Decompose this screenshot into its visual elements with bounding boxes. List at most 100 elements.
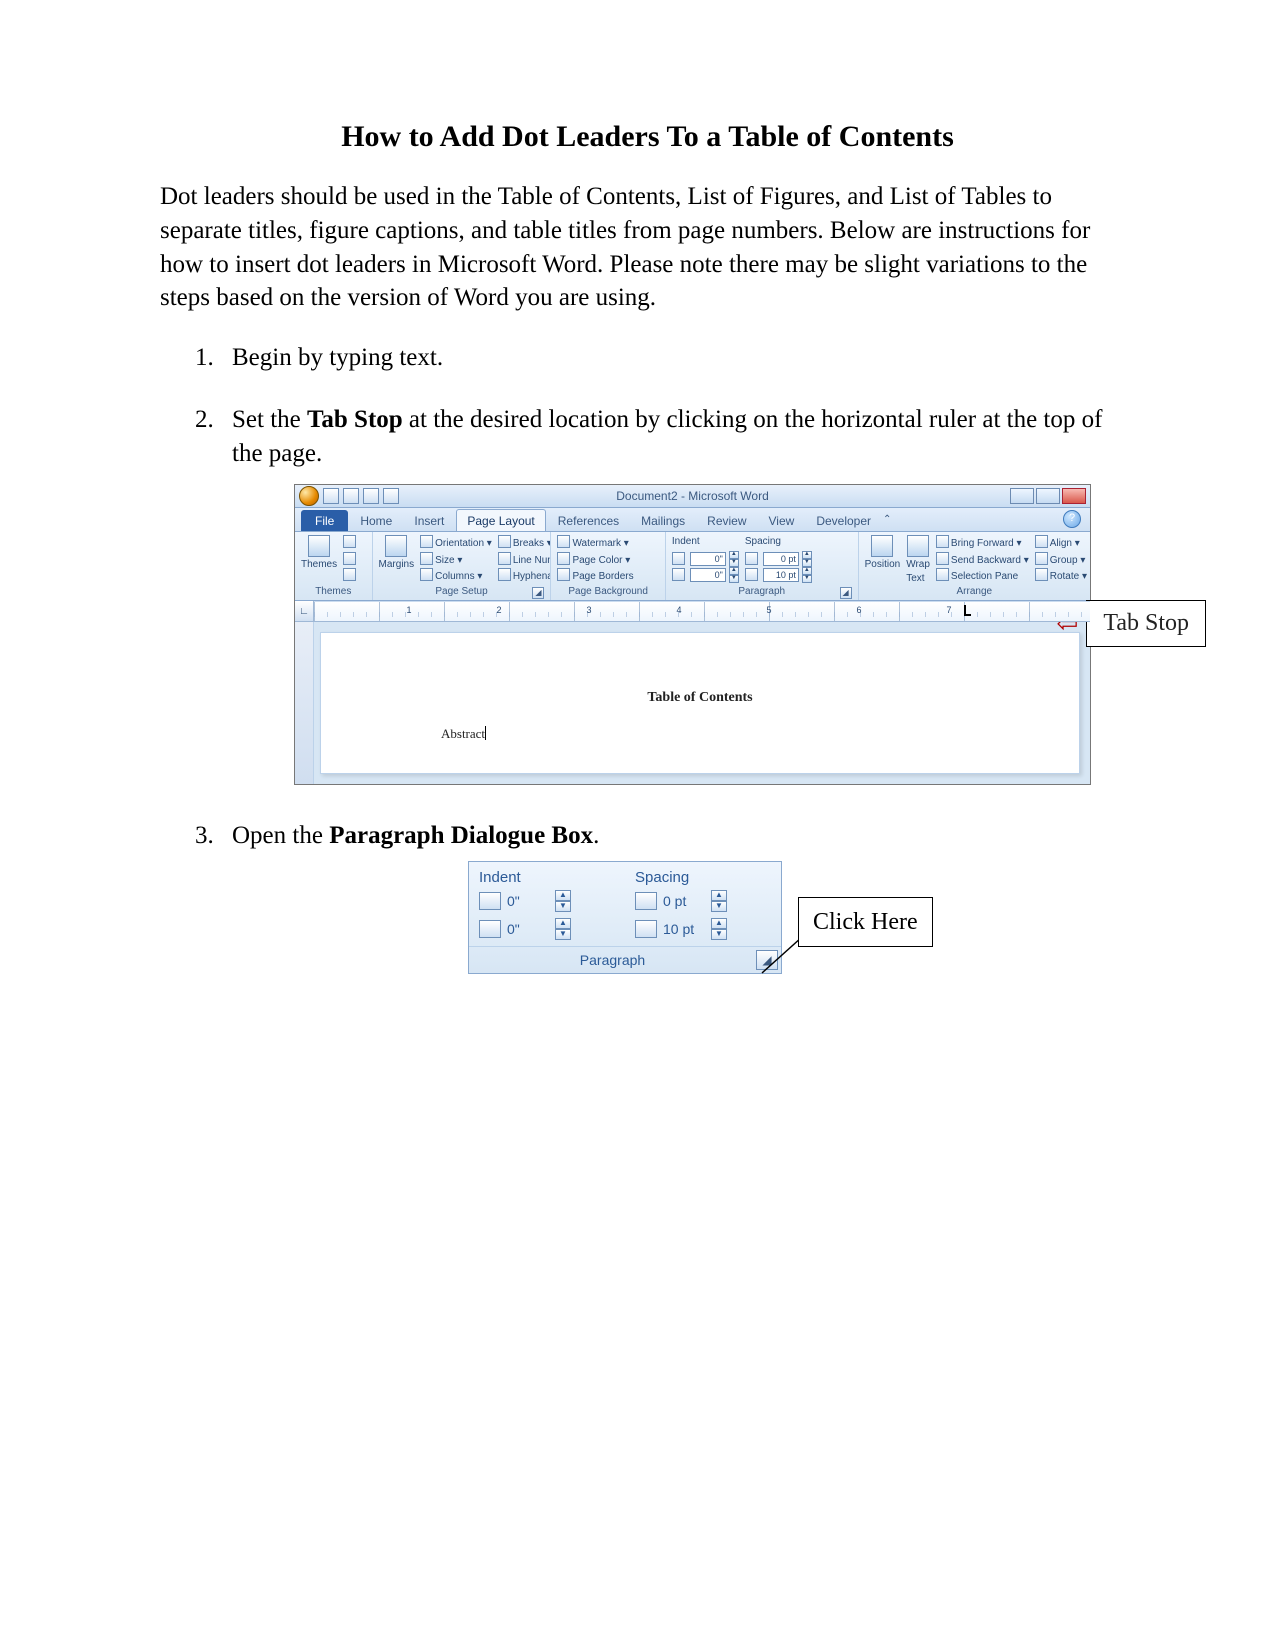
screenshot-paragraph-group: Indent Spacing 0"▲▼ 0"▲▼ 0 pt▲▼ 10 pt▲▼	[468, 861, 1135, 974]
size-button[interactable]: Size ▾	[420, 552, 492, 568]
line-numbers-button[interactable]: Line Numbers ▾	[498, 552, 552, 568]
ruler-number: 2	[496, 604, 501, 616]
space-before-input[interactable]: 0 pt	[763, 552, 799, 566]
send-backward-icon	[936, 552, 949, 565]
doc-toc-line: Abstract	[441, 725, 486, 743]
tab-mailings[interactable]: Mailings	[631, 510, 695, 531]
document-page[interactable]: Table of Contents Abstract	[320, 632, 1080, 774]
wrap-text-icon	[907, 535, 929, 557]
hyphenation-button[interactable]: Hyphenation ▾	[498, 568, 552, 584]
group-page-setup: Margins Orientation ▾ Size ▾ Columns ▾ B…	[373, 532, 552, 600]
orientation-button[interactable]: Orientation ▾	[420, 535, 492, 551]
position-icon	[871, 535, 893, 557]
page-borders-icon	[557, 568, 570, 581]
indent-left-input[interactable]: 0"	[690, 552, 726, 566]
rotate-button[interactable]: Rotate ▾	[1035, 568, 1087, 584]
bring-forward-button[interactable]: Bring Forward ▾	[936, 535, 1029, 551]
bring-forward-icon	[936, 535, 949, 548]
ruler-number: 1	[406, 604, 411, 616]
group-paragraph-label: Paragraph	[738, 586, 785, 597]
panel-space-before[interactable]: 0 pt	[663, 892, 705, 911]
help-icon[interactable]: ?	[1063, 510, 1081, 528]
hyphenation-icon	[498, 568, 511, 581]
columns-button[interactable]: Columns ▾	[420, 568, 492, 584]
group-page-background: Watermark ▾ Page Color ▾ Page Borders Pa…	[551, 532, 665, 600]
paragraph-dialog-launcher-button[interactable]: ◢	[756, 950, 778, 970]
themes-button[interactable]: Themes	[301, 535, 337, 572]
panel-indent-left[interactable]: 0"	[507, 892, 549, 911]
panel-space-after[interactable]: 10 pt	[663, 920, 705, 939]
theme-fonts-icon[interactable]	[343, 552, 356, 565]
line-numbers-icon	[498, 552, 511, 565]
space-after-icon	[635, 920, 657, 938]
breaks-button[interactable]: Breaks ▾	[498, 535, 552, 551]
tab-home[interactable]: Home	[350, 510, 402, 531]
step-3: Open the Paragraph Dialogue Box. Indent …	[220, 819, 1135, 974]
group-objects-button[interactable]: Group ▾	[1035, 552, 1087, 568]
indent-right-icon	[479, 920, 501, 938]
size-icon	[420, 552, 433, 565]
tab-review[interactable]: Review	[697, 510, 756, 531]
page-borders-button[interactable]: Page Borders	[557, 568, 633, 584]
send-backward-button[interactable]: Send Backward ▾	[936, 552, 1029, 568]
ruler-number: 4	[676, 604, 681, 616]
wrap-text-button[interactable]: Wrap Text	[906, 535, 930, 585]
minimize-ribbon-icon[interactable]: ⌃	[883, 513, 891, 527]
group-icon	[1035, 552, 1048, 565]
theme-colors-icon[interactable]	[343, 535, 356, 548]
align-icon	[1035, 535, 1048, 548]
panel-indent-right[interactable]: 0"	[507, 920, 549, 939]
vertical-ruler[interactable]	[295, 622, 314, 784]
window-title: Document2 - Microsoft Word	[295, 488, 1090, 504]
step-1: Begin by typing text.	[220, 341, 1135, 375]
group-arrange: Position Wrap Text Bring Forward ▾ Send …	[859, 532, 1090, 600]
group-arrange-label: Arrange	[865, 585, 1084, 600]
themes-icon	[308, 535, 330, 557]
step-3-text-post: .	[593, 822, 599, 849]
panel-footer-label: Paragraph	[469, 951, 756, 970]
tab-developer[interactable]: Developer	[806, 510, 881, 531]
step-2: Set the Tab Stop at the desired location…	[220, 403, 1135, 786]
panel-spacing-header: Spacing	[625, 862, 781, 890]
ribbon-tabs: File Home Insert Page Layout References …	[295, 508, 1090, 532]
selection-pane-icon	[936, 568, 949, 581]
step-3-bold: Paragraph Dialogue Box	[329, 822, 593, 849]
themes-label: Themes	[301, 558, 337, 572]
ruler-number: 6	[856, 604, 861, 616]
group-themes: Themes Themes	[295, 532, 373, 600]
horizontal-ruler[interactable]: 1 2 3 4 5 6 7	[314, 601, 1090, 621]
align-button[interactable]: Align ▾	[1035, 535, 1087, 551]
tab-page-layout[interactable]: Page Layout	[456, 509, 545, 531]
space-after-input[interactable]: 10 pt	[763, 568, 799, 582]
callout-click-here: Click Here	[798, 897, 933, 947]
page-color-button[interactable]: Page Color ▾	[557, 552, 633, 568]
margins-button[interactable]: Margins	[379, 535, 415, 572]
columns-icon	[420, 568, 433, 581]
panel-indent-header: Indent	[469, 862, 625, 890]
theme-effects-icon[interactable]	[343, 568, 356, 581]
intro-paragraph: Dot leaders should be used in the Table …	[160, 180, 1135, 315]
tab-stop-marker-icon[interactable]	[962, 605, 972, 617]
margins-label: Margins	[379, 558, 415, 572]
tab-references[interactable]: References	[548, 510, 629, 531]
paragraph-panel: Indent Spacing 0"▲▼ 0"▲▼ 0 pt▲▼ 10 pt▲▼	[468, 861, 782, 974]
tab-view[interactable]: View	[759, 510, 805, 531]
screenshot-word-ribbon: ⇦ Tab Stop Document2 - Microsoft Word	[294, 484, 1135, 785]
indent-right-input[interactable]: 0"	[690, 568, 726, 582]
indent-header: Indent	[672, 535, 739, 549]
watermark-icon	[557, 535, 570, 548]
page-color-icon	[557, 552, 570, 565]
ribbon-body: Themes Themes	[295, 532, 1090, 601]
ruler-row: ∟ 1 2 3 4 5 6 7	[295, 601, 1090, 622]
callout-tab-stop-label: Tab Stop	[1086, 600, 1206, 646]
tab-file[interactable]: File	[301, 510, 348, 531]
position-button[interactable]: Position	[865, 535, 901, 572]
text-cursor-icon	[485, 726, 486, 740]
selection-pane-button[interactable]: Selection Pane	[936, 568, 1029, 584]
page-setup-dialog-launcher[interactable]: ◢	[532, 587, 544, 599]
tab-selector[interactable]: ∟	[295, 601, 314, 621]
group-page-setup-label: Page Setup	[435, 586, 487, 597]
watermark-button[interactable]: Watermark ▾	[557, 535, 633, 551]
tab-insert[interactable]: Insert	[404, 510, 454, 531]
paragraph-dialog-launcher[interactable]: ◢	[840, 587, 852, 599]
